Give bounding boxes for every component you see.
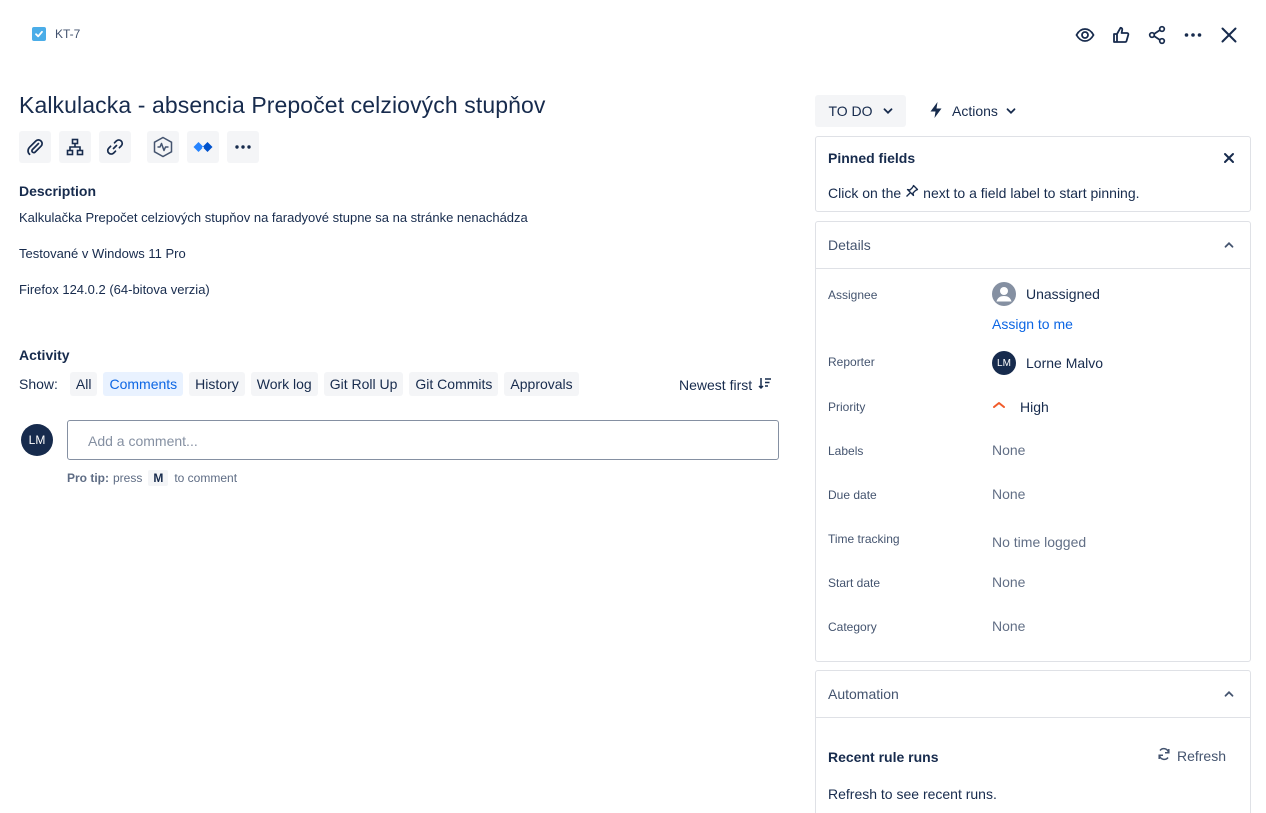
chevron-down-icon xyxy=(1006,103,1016,119)
chevron-down-icon xyxy=(883,103,893,119)
issue-key[interactable]: KT-7 xyxy=(55,27,80,41)
details-panel: Details Assignee Unassigned Assign to me… xyxy=(815,221,1251,662)
category-label: Category xyxy=(828,620,877,634)
details-header[interactable]: Details xyxy=(816,222,1250,269)
pro-tip-press: press xyxy=(113,471,143,485)
pinned-fields-panel: Pinned fields Click on the next to a fie… xyxy=(815,136,1251,212)
pinned-fields-hint: Click on the next to a field label to st… xyxy=(828,184,1140,201)
share-icon[interactable] xyxy=(1146,22,1168,48)
close-icon[interactable] xyxy=(1220,149,1238,167)
status-label: TO DO xyxy=(828,103,873,119)
pro-tip-key: M xyxy=(148,470,169,486)
app-monitor-hexagon-icon[interactable] xyxy=(147,131,179,163)
time-tracking-label: Time tracking xyxy=(828,532,900,546)
more-apps-icon[interactable] xyxy=(227,131,259,163)
activity-filter-bar: Show: All Comments History Work log Git … xyxy=(19,372,579,396)
pinned-hint-before: Click on the xyxy=(828,184,902,201)
lightning-bolt-icon xyxy=(928,101,944,122)
assign-to-me-link[interactable]: Assign to me xyxy=(992,316,1238,332)
labels-value[interactable]: None xyxy=(992,442,1025,458)
automation-title: Automation xyxy=(828,686,899,702)
labels-label: Labels xyxy=(828,444,864,458)
close-icon[interactable] xyxy=(1218,22,1240,48)
description-line-2[interactable]: Testované v Windows 11 Pro xyxy=(19,246,186,261)
start-date-value[interactable]: None xyxy=(992,574,1025,590)
child-issue-hierarchy-icon[interactable] xyxy=(59,131,91,163)
filter-git-commits[interactable]: Git Commits xyxy=(409,372,499,396)
due-date-label: Due date xyxy=(828,488,877,502)
actions-label: Actions xyxy=(952,103,998,119)
vote-thumbs-up-icon[interactable] xyxy=(1110,22,1132,48)
start-date-label: Start date xyxy=(828,576,881,590)
reporter-value[interactable]: LM Lorne Malvo xyxy=(992,351,1103,375)
assignee-name: Unassigned xyxy=(1026,286,1100,302)
current-user-avatar: LM xyxy=(21,424,53,456)
issue-breadcrumb[interactable]: KT-7 xyxy=(32,27,80,41)
details-title: Details xyxy=(828,237,871,253)
pinned-fields-title: Pinned fields xyxy=(828,150,916,166)
recent-runs-hint: Refresh to see recent runs. xyxy=(828,786,997,802)
automation-header[interactable]: Automation xyxy=(816,671,1250,718)
filter-comments[interactable]: Comments xyxy=(103,372,184,396)
issue-top-actions xyxy=(1074,22,1240,48)
priority-label: Priority xyxy=(828,400,866,414)
link-issue-icon[interactable] xyxy=(99,131,131,163)
assignee-label: Assignee xyxy=(828,288,878,302)
pin-icon xyxy=(905,184,919,201)
status-dropdown[interactable]: TO DO xyxy=(815,95,906,127)
pinned-hint-after: next to a field label to start pinning. xyxy=(923,184,1140,201)
reporter-label: Reporter xyxy=(828,355,875,369)
unassigned-avatar-icon xyxy=(992,282,1016,306)
filter-approvals[interactable]: Approvals xyxy=(504,372,579,396)
category-value[interactable]: None xyxy=(992,618,1025,634)
attachment-paperclip-icon[interactable] xyxy=(19,131,51,163)
sort-order-label: Newest first xyxy=(679,376,753,393)
chevron-up-icon xyxy=(1224,237,1234,253)
reporter-name: Lorne Malvo xyxy=(1026,355,1104,371)
priority-value[interactable]: High xyxy=(992,398,1049,415)
recent-rule-runs-heading: Recent rule runs xyxy=(828,749,939,765)
priority-high-icon xyxy=(992,398,1006,415)
pro-tip-label: Pro tip: xyxy=(67,471,109,485)
app-diamond-logo-icon[interactable] xyxy=(187,131,219,163)
add-comment-input[interactable]: Add a comment... xyxy=(67,420,779,460)
description-line-3[interactable]: Firefox 124.0.2 (64-bitova verzia) xyxy=(19,282,210,297)
description-heading: Description xyxy=(19,183,97,199)
filter-work-log[interactable]: Work log xyxy=(250,372,318,396)
refresh-icon xyxy=(1157,747,1171,764)
due-date-value[interactable]: None xyxy=(992,486,1025,502)
issue-title[interactable]: Kalkulacka - absencia Prepočet celziovýc… xyxy=(19,92,546,119)
priority-text: High xyxy=(1020,398,1049,415)
activity-heading: Activity xyxy=(19,347,70,363)
automation-panel: Automation Recent rule runs Refresh Refr… xyxy=(815,670,1251,813)
time-tracking-value[interactable]: No time logged xyxy=(992,534,1086,550)
more-options-icon[interactable] xyxy=(1182,22,1204,48)
description-line-1[interactable]: Kalkulačka Prepočet celziových stupňov n… xyxy=(19,210,528,225)
issue-toolbar xyxy=(19,131,267,163)
filter-history[interactable]: History xyxy=(189,372,245,396)
reporter-avatar: LM xyxy=(992,351,1016,375)
filter-all[interactable]: All xyxy=(69,372,98,396)
sort-descending-icon xyxy=(758,376,772,393)
pro-tip-rest: to comment xyxy=(174,471,238,485)
pro-tip: Pro tip: press M to comment xyxy=(67,470,237,486)
watch-eye-icon[interactable] xyxy=(1074,22,1096,48)
chevron-up-icon xyxy=(1224,686,1234,702)
filter-git-roll-up[interactable]: Git Roll Up xyxy=(323,372,404,396)
refresh-button[interactable]: Refresh xyxy=(1157,747,1226,764)
task-type-icon xyxy=(32,27,46,41)
assignee-value[interactable]: Unassigned xyxy=(992,282,1100,306)
sort-order-button[interactable]: Newest first xyxy=(679,376,772,393)
show-label: Show: xyxy=(19,376,58,392)
actions-dropdown[interactable]: Actions xyxy=(920,95,1024,127)
refresh-label: Refresh xyxy=(1176,747,1226,764)
